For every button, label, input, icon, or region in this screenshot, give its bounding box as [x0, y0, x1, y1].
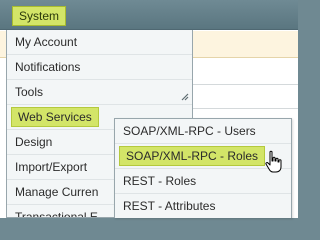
submenu-item-label: REST - Attributes [123, 199, 216, 213]
hand-pointer-icon [265, 150, 282, 173]
submenu-item-label: REST - Roles [123, 174, 197, 188]
submenu-item-label: SOAP/XML-RPC - Users [123, 124, 256, 138]
menu-item-tools[interactable]: Tools [7, 80, 192, 105]
top-nav-bar: System [0, 0, 298, 30]
menu-item-label: Web Services [11, 107, 99, 127]
menu-item-label: Design [15, 135, 53, 149]
menu-item-label: Notifications [15, 60, 81, 74]
page-divider [178, 108, 298, 109]
page-divider [178, 84, 298, 85]
menu-item-my-account[interactable]: My Account [7, 30, 192, 55]
nav-system-tab[interactable]: System [12, 6, 67, 26]
menu-item-notifications[interactable]: Notifications [7, 55, 192, 80]
submenu-item-soap-users[interactable]: SOAP/XML-RPC - Users [115, 119, 291, 144]
menu-item-label: My Account [15, 35, 78, 49]
menu-item-label: Tools [15, 85, 44, 99]
menu-item-label: Transactional E [15, 210, 98, 218]
resize-grip-icon [181, 93, 189, 101]
menu-item-label: Import/Export [15, 160, 88, 174]
menu-item-label: Manage Curren [15, 185, 99, 199]
submenu-item-label: SOAP/XML-RPC - Roles [119, 146, 266, 166]
submenu-item-rest-attributes[interactable]: REST - Attributes [115, 194, 291, 218]
